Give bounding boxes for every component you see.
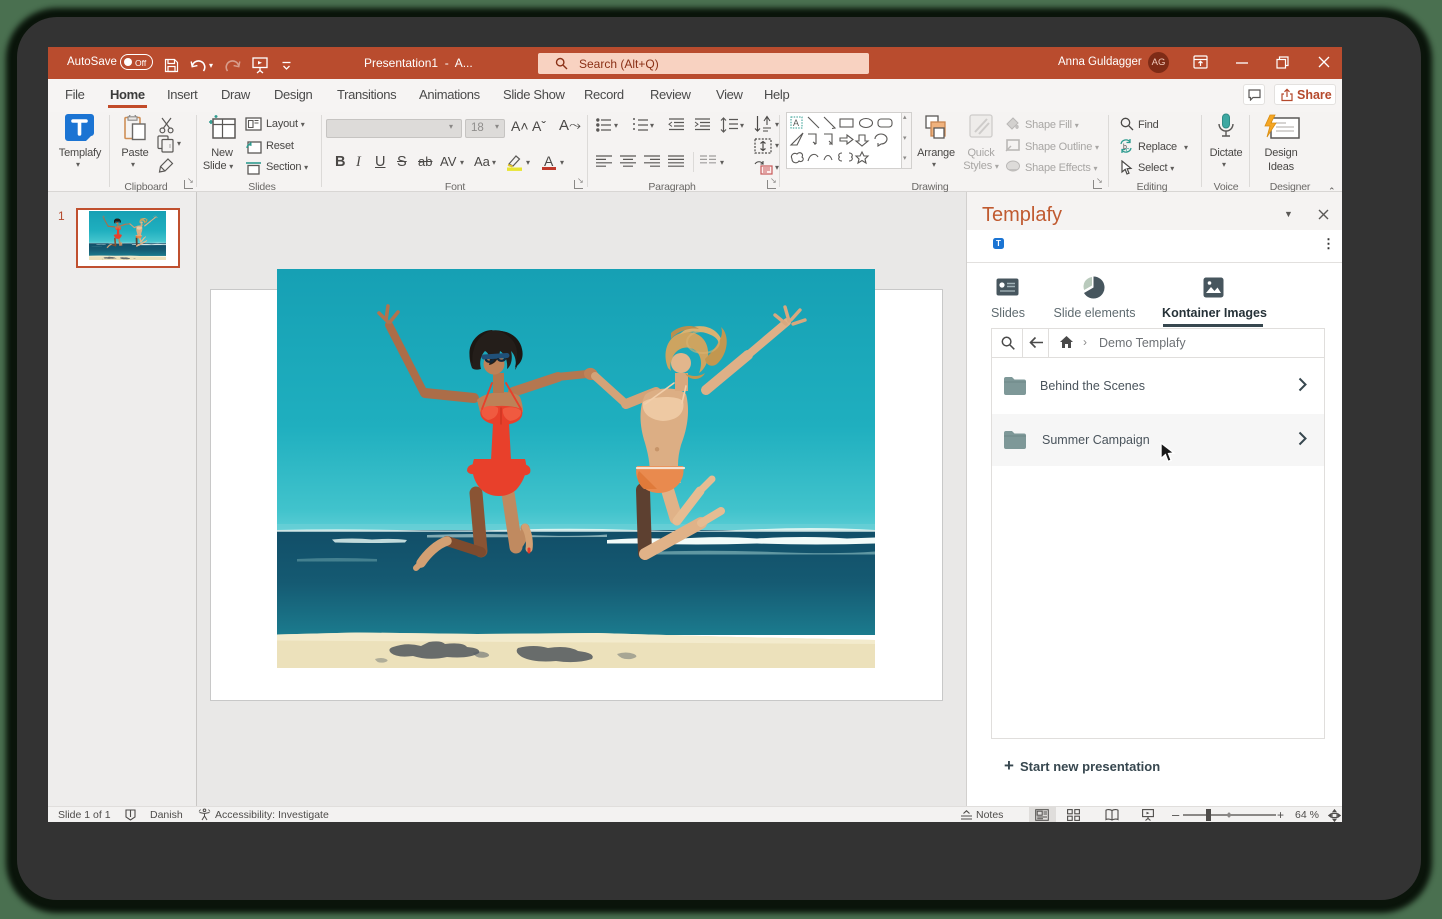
svg-text:c: c — [1126, 147, 1130, 154]
svg-text:A: A — [793, 118, 799, 128]
